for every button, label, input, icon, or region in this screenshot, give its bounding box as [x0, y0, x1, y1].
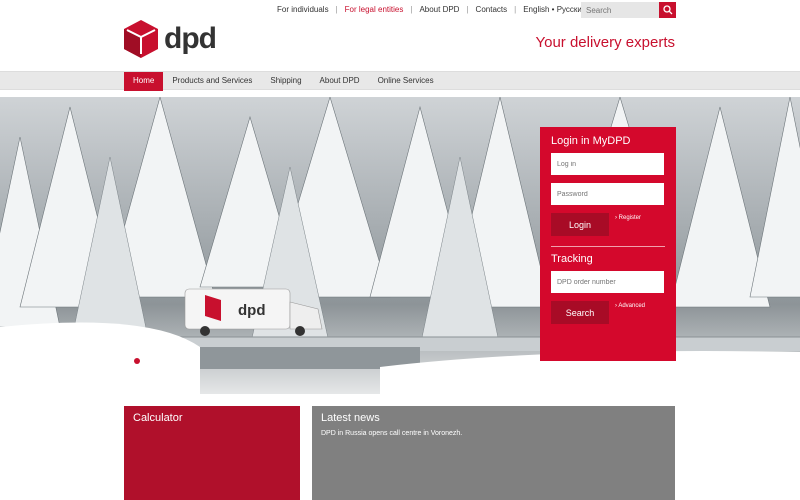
search-icon: [662, 5, 672, 15]
login-title: Login in MyDPD: [551, 135, 631, 147]
hero-winter-forest-image: dpd: [0, 97, 800, 394]
nav-shipping[interactable]: Shipping: [261, 72, 310, 91]
news-title: Latest news: [321, 412, 380, 424]
calculator-box[interactable]: Calculator: [124, 406, 300, 500]
main-nav: Home Products and Services Shipping Abou…: [124, 72, 443, 91]
news-item-link[interactable]: DPD in Russia opens call centre in Voron…: [321, 430, 666, 437]
login-actions: Login › Register: [551, 213, 665, 236]
top-links: For individuals | For legal entities | A…: [270, 5, 593, 14]
van-logo-text: dpd: [238, 302, 266, 319]
login-button[interactable]: Login: [551, 213, 609, 236]
nav-products-and-services[interactable]: Products and Services: [163, 72, 261, 91]
login-field[interactable]: [551, 153, 664, 175]
register-link[interactable]: › Register: [615, 215, 641, 221]
search-button[interactable]: [659, 2, 676, 18]
login-tracking-panel: Login in MyDPD Login › Register Tracking…: [540, 127, 676, 361]
nav-online-services[interactable]: Online Services: [369, 72, 443, 91]
dpd-cube-icon: [124, 20, 158, 58]
order-number-field[interactable]: [551, 271, 664, 293]
link-about-dpd[interactable]: About DPD: [412, 5, 466, 14]
tracking-actions: Search › Advanced: [551, 301, 665, 324]
tracking-search-button[interactable]: Search: [551, 301, 609, 324]
panel-divider: [551, 246, 665, 247]
link-contacts[interactable]: Contacts: [469, 5, 515, 14]
page: dpd For individuals | For legal entities…: [0, 0, 800, 500]
logo-text: dpd: [164, 22, 217, 55]
nav-about-dpd[interactable]: About DPD: [311, 72, 369, 91]
tracking-title: Tracking: [551, 253, 593, 265]
main-nav-bar: Home Products and Services Shipping Abou…: [0, 71, 800, 91]
advanced-link[interactable]: › Advanced: [615, 303, 645, 309]
nav-home[interactable]: Home: [124, 72, 164, 91]
carousel-dot[interactable]: [134, 358, 140, 364]
search-input[interactable]: [581, 2, 659, 18]
link-for-individuals[interactable]: For individuals: [270, 5, 336, 14]
link-for-legal-entities[interactable]: For legal entities: [338, 5, 411, 14]
hero-banner: dpd: [0, 97, 800, 394]
dpd-logo[interactable]: dpd: [124, 20, 217, 58]
calculator-title: Calculator: [133, 412, 183, 424]
tagline: Your delivery experts: [535, 34, 675, 51]
latest-news-box: Latest news DPD in Russia opens call cen…: [312, 406, 675, 500]
password-field[interactable]: [551, 183, 664, 205]
